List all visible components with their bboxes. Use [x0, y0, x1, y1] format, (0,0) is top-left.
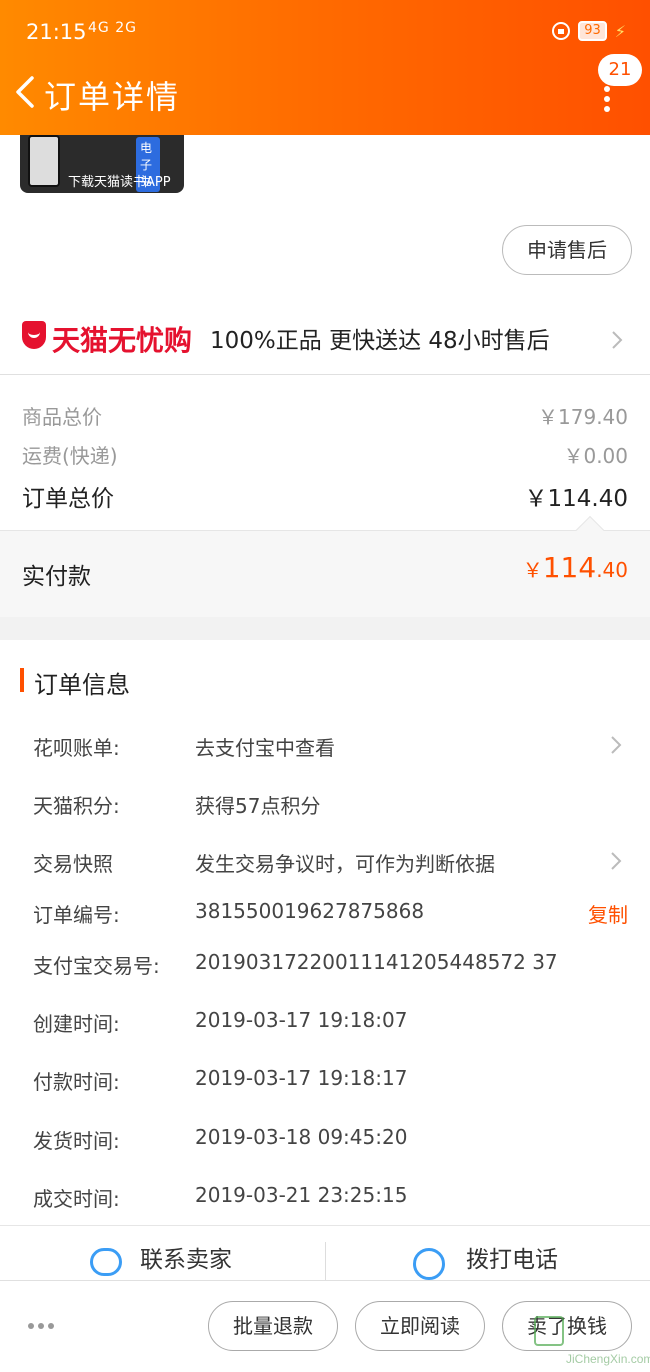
info-label: 花呗账单: [33, 736, 120, 760]
batch-refund-button[interactable]: 批量退款 [208, 1301, 338, 1351]
status-bar: 21:15 4G 2G 93 ⚡ [0, 18, 650, 50]
contact-seller-button[interactable]: 联系卖家 [140, 1240, 232, 1274]
deal-time-row: 成交时间: 2019-03-21 23:25:15 [33, 1183, 628, 1213]
shipping-row: 运费(快递) ￥0.00 [22, 440, 628, 469]
watermark-logo-icon [534, 1316, 564, 1346]
info-label: 付款时间: [33, 1070, 120, 1094]
ebook-ad-banner[interactable]: 电子书 下载天猫读书APP [20, 135, 184, 193]
paid-time-row: 付款时间: 2019-03-17 19:18:17 [33, 1066, 628, 1096]
info-label: 支付宝交易号: [33, 954, 160, 978]
info-value: 2019-03-21 23:25:15 [195, 1183, 408, 1207]
info-value: 发生交易争议时，可作为判断依据 [195, 852, 495, 876]
paid-amount: ￥114.40 [523, 551, 628, 584]
info-value: 2019-03-18 09:45:20 [195, 1125, 408, 1149]
section-accent-bar [20, 668, 24, 692]
huabei-bill-row[interactable]: 花呗账单: 去支付宝中查看 [33, 732, 628, 762]
phone-image [28, 135, 60, 187]
tmall-logo-icon [22, 321, 46, 349]
read-now-button[interactable]: 立即阅读 [355, 1301, 485, 1351]
shipping-label: 运费(快递) [22, 444, 118, 468]
rotation-lock-icon [552, 22, 571, 40]
order-total-label: 订单总价 [22, 486, 114, 512]
divider [325, 1242, 326, 1282]
info-value: 去支付宝中查看 [195, 736, 335, 760]
info-value: 2019-03-17 19:18:07 [195, 1008, 408, 1032]
info-label: 订单编号: [33, 903, 120, 927]
goods-total-value: ￥179.40 [538, 405, 628, 429]
info-value: 381550019627875868 [195, 899, 425, 923]
info-label: 天猫积分: [33, 794, 120, 818]
order-total-value: ￥114.40 [524, 486, 628, 512]
signal-icon: 4G 2G [88, 20, 137, 36]
page-title: 订单详情 [44, 78, 181, 116]
chevron-right-icon [611, 852, 622, 870]
shipped-time-row: 发货时间: 2019-03-18 09:45:20 [33, 1125, 628, 1155]
status-time: 21:15 [26, 20, 87, 44]
paid-currency: ￥ [522, 558, 543, 582]
paid-decimal: .40 [596, 558, 628, 582]
info-value: 获得57点积分 [195, 794, 321, 818]
more-options-icon[interactable] [28, 1323, 54, 1329]
top-card: 电子书 下载天猫读书APP 申请售后 天猫无忧购 100%正品 更快送达 48小… [0, 135, 650, 375]
goods-total-row: 商品总价 ￥179.40 [22, 401, 628, 430]
charging-icon: ⚡ [614, 21, 626, 41]
trade-snapshot-row[interactable]: 交易快照 发生交易争议时，可作为判断依据 [33, 848, 628, 878]
goods-total-label: 商品总价 [22, 405, 102, 429]
info-label: 交易快照 [33, 852, 113, 876]
copy-button[interactable]: 复制 [588, 899, 628, 928]
apply-after-sale-button[interactable]: 申请售后 [502, 225, 632, 275]
price-summary: 商品总价 ￥179.40 运费(快递) ￥0.00 订单总价 ￥114.40 [0, 375, 650, 530]
info-value: 2019-03-17 19:18:17 [195, 1066, 408, 1090]
order-number-row: 订单编号: 381550019627875868 复制 [33, 899, 628, 929]
alipay-trade-row: 支付宝交易号: 20190317220011141205448572 37 [33, 950, 628, 980]
paid-label: 实付款 [22, 564, 91, 590]
watermark-text: JiChengXin.com [566, 1352, 650, 1366]
tmall-guarantee-row[interactable]: 天猫无忧购 100%正品 更快送达 48小时售后 [0, 305, 650, 375]
paid-integer: 114 [542, 551, 597, 584]
watermark: JiChengXin.com [530, 1316, 650, 1370]
contact-bar: 联系卖家 拨打电话 [0, 1225, 650, 1282]
status-indicators: 93 ⚡ [552, 21, 626, 41]
guarantee-features: 100%正品 更快送达 48小时售后 [210, 328, 550, 354]
section-title: 订单信息 [34, 671, 130, 699]
ad-text: 下载天猫读书APP [68, 175, 171, 190]
shipping-value: ￥0.00 [563, 444, 628, 468]
battery-icon: 93 [578, 21, 607, 41]
order-total-row: 订单总价 ￥114.40 [22, 479, 628, 513]
info-label: 创建时间: [33, 1012, 120, 1036]
phone-icon[interactable] [413, 1248, 445, 1280]
paid-amount-row: 实付款 ￥114.40 [0, 515, 650, 617]
created-time-row: 创建时间: 2019-03-17 19:18:07 [33, 1008, 628, 1038]
chevron-right-icon [612, 331, 623, 349]
chat-icon[interactable] [90, 1248, 122, 1276]
chevron-right-icon [611, 736, 622, 754]
message-count-badge[interactable]: 21 [598, 54, 642, 86]
order-info-section: 订单信息 花呗账单: 去支付宝中查看 天猫积分: 获得57点积分 交易快照 发生… [0, 640, 650, 1225]
info-label: 成交时间: [33, 1187, 120, 1211]
more-menu-icon[interactable] [600, 86, 614, 112]
header-bar: 21:15 4G 2G 93 ⚡ 订单详情 21 [0, 0, 650, 135]
call-phone-button[interactable]: 拨打电话 [466, 1240, 558, 1274]
info-value: 20190317220011141205448572 37 [195, 950, 558, 974]
tmall-points-row: 天猫积分: 获得57点积分 [33, 790, 628, 820]
tmall-brand: 天猫无忧购 [52, 324, 193, 357]
info-label: 发货时间: [33, 1129, 120, 1153]
back-arrow-icon[interactable] [12, 72, 42, 112]
